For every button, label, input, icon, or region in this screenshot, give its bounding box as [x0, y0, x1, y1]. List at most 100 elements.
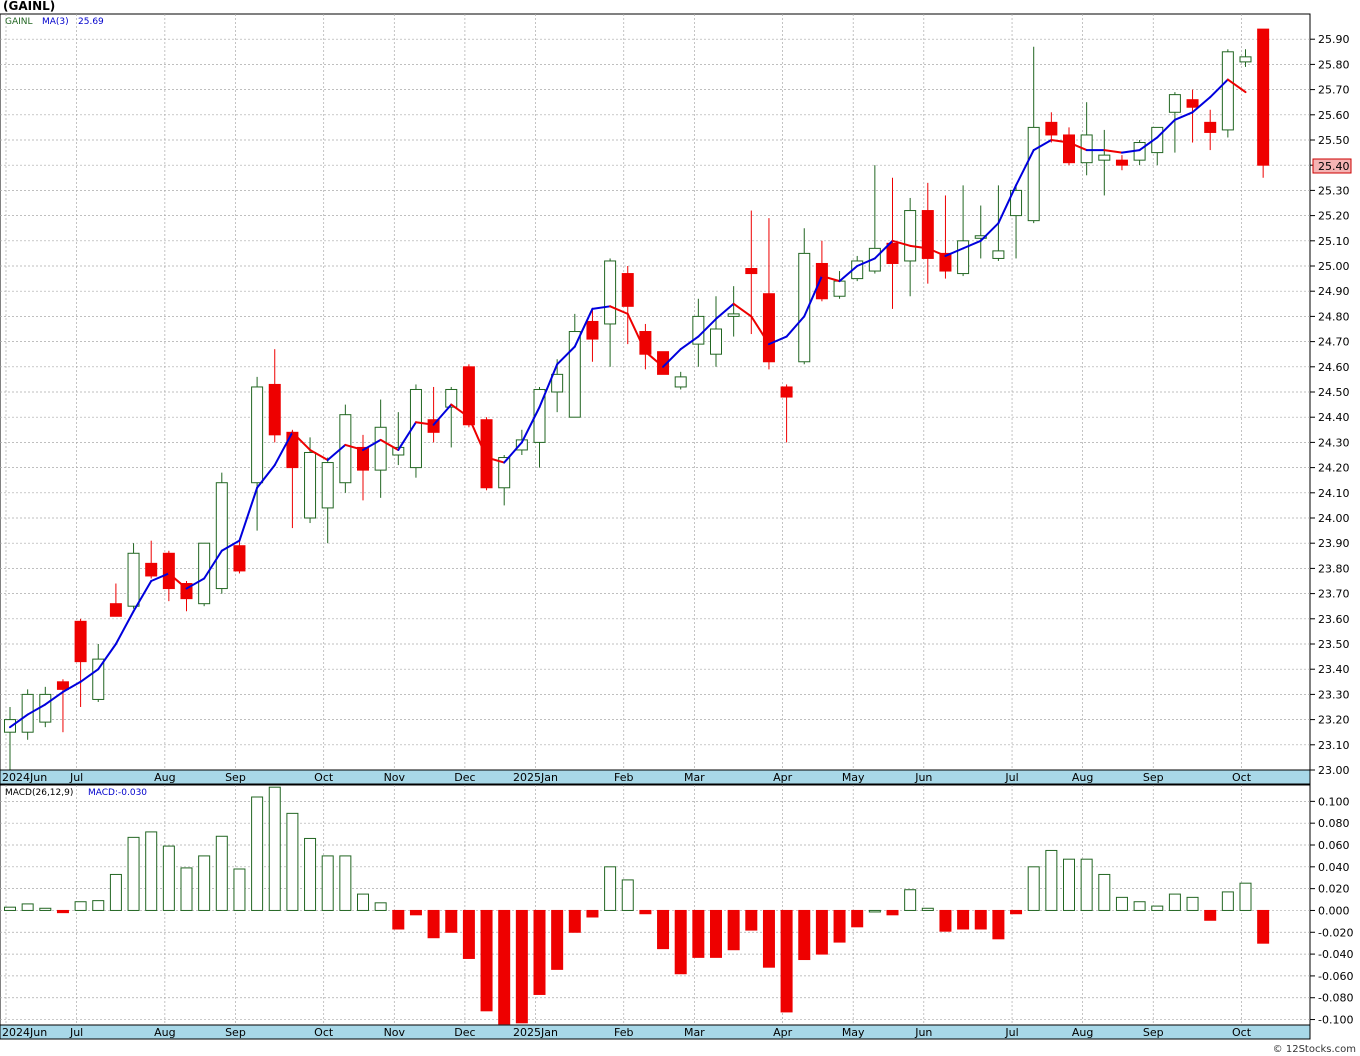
- candle-body: [1204, 121, 1217, 133]
- candle-body: [833, 280, 846, 297]
- candle-body: [1186, 99, 1199, 108]
- candle-body: [56, 681, 69, 690]
- price-y-tick-label: 25.80: [1318, 58, 1350, 71]
- macd-bar: [56, 909, 69, 914]
- candle-body: [1063, 134, 1075, 164]
- stock-chart[interactable]: 23.00 23.10 23.20 23.30 23.40 23.50 23.60 23.70…: [0, 0, 1360, 1056]
- price-y-tick-label: 24.80: [1318, 310, 1350, 323]
- last-price-marker: 25.40: [1312, 158, 1352, 174]
- macd-bar: [674, 909, 687, 975]
- price-x-tick-label: Sep: [225, 771, 246, 784]
- macd-bar: [427, 909, 440, 939]
- macd-bar: [409, 909, 422, 916]
- candle-body: [480, 419, 493, 489]
- price-x-tick-label: Sep: [1143, 771, 1164, 784]
- candle: [1221, 49, 1234, 138]
- macd-bar: [1115, 896, 1128, 911]
- macd-bar: [1151, 905, 1164, 911]
- macd-y-tick-label: -0.080: [1318, 992, 1353, 1005]
- macd-bar: [233, 868, 246, 911]
- candle-body: [1045, 121, 1058, 136]
- macd-x-tick-label: Oct: [314, 1026, 334, 1039]
- candle-body: [992, 250, 1005, 259]
- candle-body: [4, 719, 16, 733]
- macd-x-tick-label: Oct: [1232, 1026, 1252, 1039]
- macd-bar: [4, 906, 16, 911]
- price-y-tick-label: 25.20: [1318, 210, 1350, 223]
- price-y-tick-label: 23.80: [1318, 562, 1350, 575]
- candle-body: [745, 268, 758, 275]
- macd-bar: [74, 901, 87, 911]
- price-y-tick-label: 24.70: [1318, 336, 1350, 349]
- macd-bar: [268, 786, 281, 911]
- candle-body: [710, 328, 722, 355]
- macd-bar: [1098, 873, 1111, 911]
- macd-x-tick-label: Aug: [1072, 1026, 1093, 1039]
- candle-body: [162, 552, 175, 590]
- macd-x-tick-label: May: [842, 1026, 865, 1039]
- macd-x-tick-label: Aug: [154, 1026, 175, 1039]
- candle-body: [815, 262, 828, 300]
- macd-bar: [374, 902, 387, 911]
- candle: [233, 540, 246, 574]
- price-y-tick-label: 23.50: [1318, 638, 1350, 651]
- candle-body: [727, 313, 740, 317]
- watermark: © 12Stocks.com: [1273, 1044, 1356, 1055]
- macd-x-tick-label: Apr: [773, 1026, 793, 1039]
- price-y-tick-label: 23.10: [1318, 739, 1350, 752]
- macd-x-tick-label: Dec: [454, 1026, 475, 1039]
- macd-bar: [657, 909, 670, 950]
- macd-bar: [904, 889, 917, 911]
- price-y-tick-label: 23.70: [1318, 588, 1350, 601]
- macd-x-tick-label: Sep: [225, 1026, 246, 1039]
- price-y-tick-label: 23.40: [1318, 663, 1350, 676]
- price-y-tick-label: 24.40: [1318, 411, 1350, 424]
- price-x-tick-label: Apr: [773, 771, 793, 784]
- macd-bar: [445, 909, 458, 933]
- candle-body: [109, 603, 122, 617]
- macd-y-tick-label: 0.060: [1318, 839, 1350, 852]
- macd-bar: [762, 909, 775, 968]
- macd-bar: [498, 909, 511, 1025]
- price-x-tick-label: Oct: [314, 771, 334, 784]
- price-y-axis: 23.00 23.10 23.20 23.30 23.40 23.50 23.60 23.70…: [1310, 33, 1350, 777]
- ma-legend-value: 25.69: [78, 17, 104, 27]
- macd-bar: [621, 879, 634, 911]
- macd-bar: [992, 909, 1005, 940]
- macd-bar: [1186, 896, 1199, 911]
- price-x-tick-label: 2024Jun: [2, 771, 47, 784]
- macd-bar: [1221, 891, 1234, 911]
- candle-body: [1257, 28, 1270, 166]
- macd-bar: [215, 835, 228, 911]
- candle-body: [374, 426, 387, 471]
- macd-bar: [586, 909, 599, 918]
- price-y-tick-label: 25.90: [1318, 33, 1350, 46]
- macd-bar: [798, 909, 811, 961]
- macd-y-tick-label: -0.020: [1318, 926, 1353, 939]
- candle-body: [762, 293, 775, 363]
- macd-y-tick-label: 0.000: [1318, 904, 1350, 917]
- candle-body: [39, 693, 52, 723]
- macd-bar: [851, 909, 864, 928]
- candle-body: [268, 383, 281, 436]
- macd-bar: [462, 909, 475, 959]
- macd-bar: [1239, 882, 1252, 911]
- price-x-tick-label: Dec: [454, 771, 475, 784]
- last-price-value: 25.40: [1318, 160, 1350, 173]
- candle-body: [233, 545, 246, 572]
- macd-bar: [639, 909, 652, 915]
- price-y-tick-label: 24.50: [1318, 386, 1350, 399]
- macd-bar: [1133, 901, 1146, 911]
- candle-body: [127, 552, 140, 607]
- macd-bar: [321, 855, 334, 911]
- macd-y-tick-label: 0.040: [1318, 861, 1350, 874]
- macd-bar: [1080, 858, 1093, 911]
- candle-body: [251, 386, 264, 484]
- price-y-tick-label: 25.30: [1318, 184, 1350, 197]
- candle-body: [780, 386, 793, 398]
- candle-body: [586, 320, 599, 340]
- macd-bar: [957, 909, 970, 930]
- macd-bar: [604, 866, 617, 911]
- candle-body: [551, 373, 564, 393]
- macd-bar: [109, 873, 122, 911]
